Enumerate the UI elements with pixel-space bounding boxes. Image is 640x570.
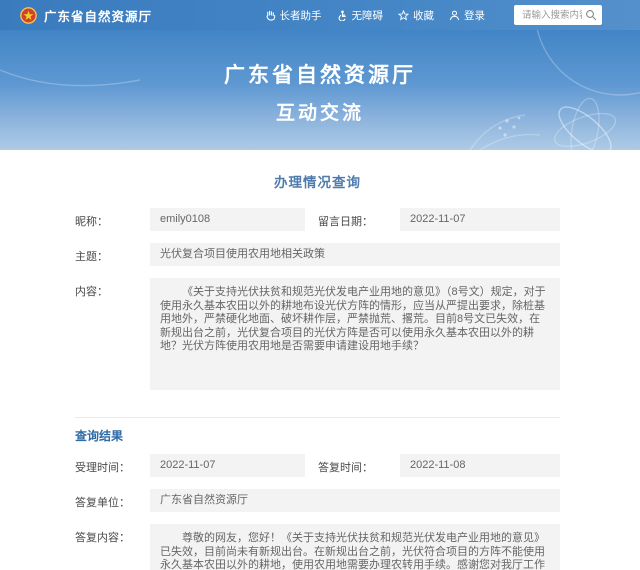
row-accept-reply-time: 受理时间： 2022-11-07 答复时间： 2022-11-08 xyxy=(75,454,560,477)
accept-time-value: 2022-11-07 xyxy=(150,454,305,477)
nav-login-label: 登录 xyxy=(464,8,485,23)
row-reply-content: 答复内容： 尊敬的网友，您好！《关于支持光伏扶贫和规范光伏发电产业用地的意见》已… xyxy=(75,524,560,570)
row-nickname-date: 昵称： emily0108 留言日期： 2022-11-07 xyxy=(75,208,560,231)
site-name[interactable]: 广东省自然资源厅 xyxy=(44,6,152,25)
star-icon xyxy=(398,10,409,21)
nav-favorites-label: 收藏 xyxy=(413,8,434,23)
search-icon[interactable] xyxy=(585,9,597,21)
reply-content-label: 答复内容： xyxy=(75,524,150,545)
nickname-value: emily0108 xyxy=(150,208,305,231)
national-emblem-icon[interactable] xyxy=(20,7,37,24)
banner-title-line2: 互动交流 xyxy=(0,98,640,125)
banner-title-line1: 广东省自然资源厅 xyxy=(0,59,640,89)
reply-time-value: 2022-11-08 xyxy=(400,454,560,477)
page-title: 办理情况查询 xyxy=(75,171,560,191)
banner: 广东省自然资源厅 互动交流 xyxy=(0,30,640,150)
elder-assist-hand-icon xyxy=(265,10,276,21)
user-icon xyxy=(449,10,460,21)
reply-time-label: 答复时间： xyxy=(318,454,400,475)
subject-label: 主题： xyxy=(75,243,150,264)
reply-unit-label: 答复单位： xyxy=(75,489,150,510)
accept-time-label: 受理时间： xyxy=(75,454,150,475)
nav-elder-assistant-label: 长者助手 xyxy=(280,8,322,23)
message-date-value: 2022-11-07 xyxy=(400,208,560,231)
nav-favorites[interactable]: 收藏 xyxy=(398,8,434,23)
banner-titles: 广东省自然资源厅 互动交流 xyxy=(0,30,640,125)
reply-content-value: 尊敬的网友，您好！《关于支持光伏扶贫和规范光伏发电产业用地的意见》已失效，目前尚… xyxy=(150,524,560,570)
row-inquiry-content: 内容： 《关于支持光伏扶贫和规范光伏发电产业用地的意见》（8号文）规定，对于使用… xyxy=(75,278,560,390)
subject-value: 光伏复合项目使用农用地相关政策 xyxy=(150,243,560,266)
query-result-section-title: 查询结果 xyxy=(75,418,560,454)
nav-elder-assistant[interactable]: 长者助手 xyxy=(265,8,322,23)
topbar: 广东省自然资源厅 长者助手 无障碍 收藏 xyxy=(0,0,640,30)
accessibility-icon xyxy=(337,10,348,21)
search-box xyxy=(514,5,602,26)
reply-unit-value: 广东省自然资源厅 xyxy=(150,489,560,512)
nav-accessibility-label: 无障碍 xyxy=(352,8,384,23)
row-reply-unit: 答复单位： 广东省自然资源厅 xyxy=(75,489,560,512)
inquiry-content-label: 内容： xyxy=(75,278,150,299)
nav-login[interactable]: 登录 xyxy=(449,8,485,23)
row-subject: 主题： 光伏复合项目使用农用地相关政策 xyxy=(75,243,560,266)
message-date-label: 留言日期： xyxy=(318,208,400,229)
nickname-label: 昵称： xyxy=(75,208,150,229)
nav-accessibility[interactable]: 无障碍 xyxy=(337,8,384,23)
inquiry-content-value: 《关于支持光伏扶贫和规范光伏发电产业用地的意见》（8号文）规定，对于使用永久基本… xyxy=(150,278,560,390)
top-navigation: 长者助手 无障碍 收藏 登录 xyxy=(265,5,603,26)
main-content: 办理情况查询 昵称： emily0108 留言日期： 2022-11-07 主题… xyxy=(75,171,560,570)
